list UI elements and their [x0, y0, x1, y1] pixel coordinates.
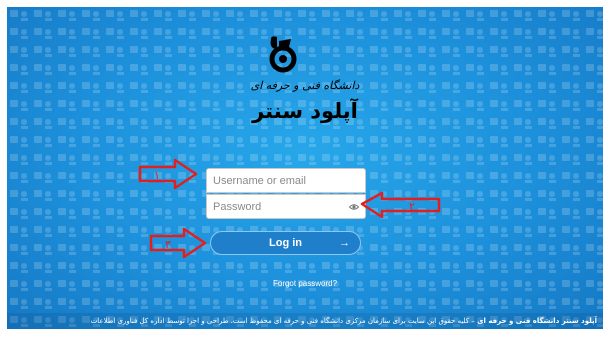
username-input[interactable]: [207, 169, 347, 193]
page: دانشگاه فنی و حرفه ای آپلود سنتر Log in …: [0, 0, 615, 338]
footer-rights-text: – کلیه حقوق این سایت برای سازمان مرکزی د…: [90, 317, 478, 325]
login-button-label: Log in: [269, 237, 302, 249]
eye-icon[interactable]: [349, 202, 359, 212]
app-title: آپلود سنتر: [252, 99, 358, 123]
password-field[interactable]: [206, 194, 366, 219]
footer-site-name[interactable]: آپلود سنتر دانشگاه فنی و حرفه ای: [477, 317, 597, 325]
annotation-number-1: ۱: [154, 169, 160, 182]
annotation-arrow-3: ۳: [149, 227, 207, 259]
university-name: دانشگاه فنی و حرفه ای: [250, 79, 360, 92]
university-logo-icon: [269, 36, 297, 73]
annotation-number-3: ۳: [165, 238, 171, 251]
annotation-arrow-1: ۱: [138, 158, 198, 190]
login-background: دانشگاه فنی و حرفه ای آپلود سنتر Log in …: [7, 7, 603, 329]
annotation-arrow-2: ۲: [360, 191, 441, 219]
footer: آپلود سنتر دانشگاه فنی و حرفه ای – کلیه …: [7, 313, 603, 329]
username-field[interactable]: [206, 168, 366, 193]
forgot-password-link[interactable]: Forgot password?: [7, 279, 603, 288]
arrow-right-icon: →: [339, 237, 350, 249]
login-button[interactable]: Log in →: [210, 231, 361, 255]
annotation-number-2: ۲: [409, 200, 415, 213]
password-input[interactable]: [207, 195, 347, 219]
